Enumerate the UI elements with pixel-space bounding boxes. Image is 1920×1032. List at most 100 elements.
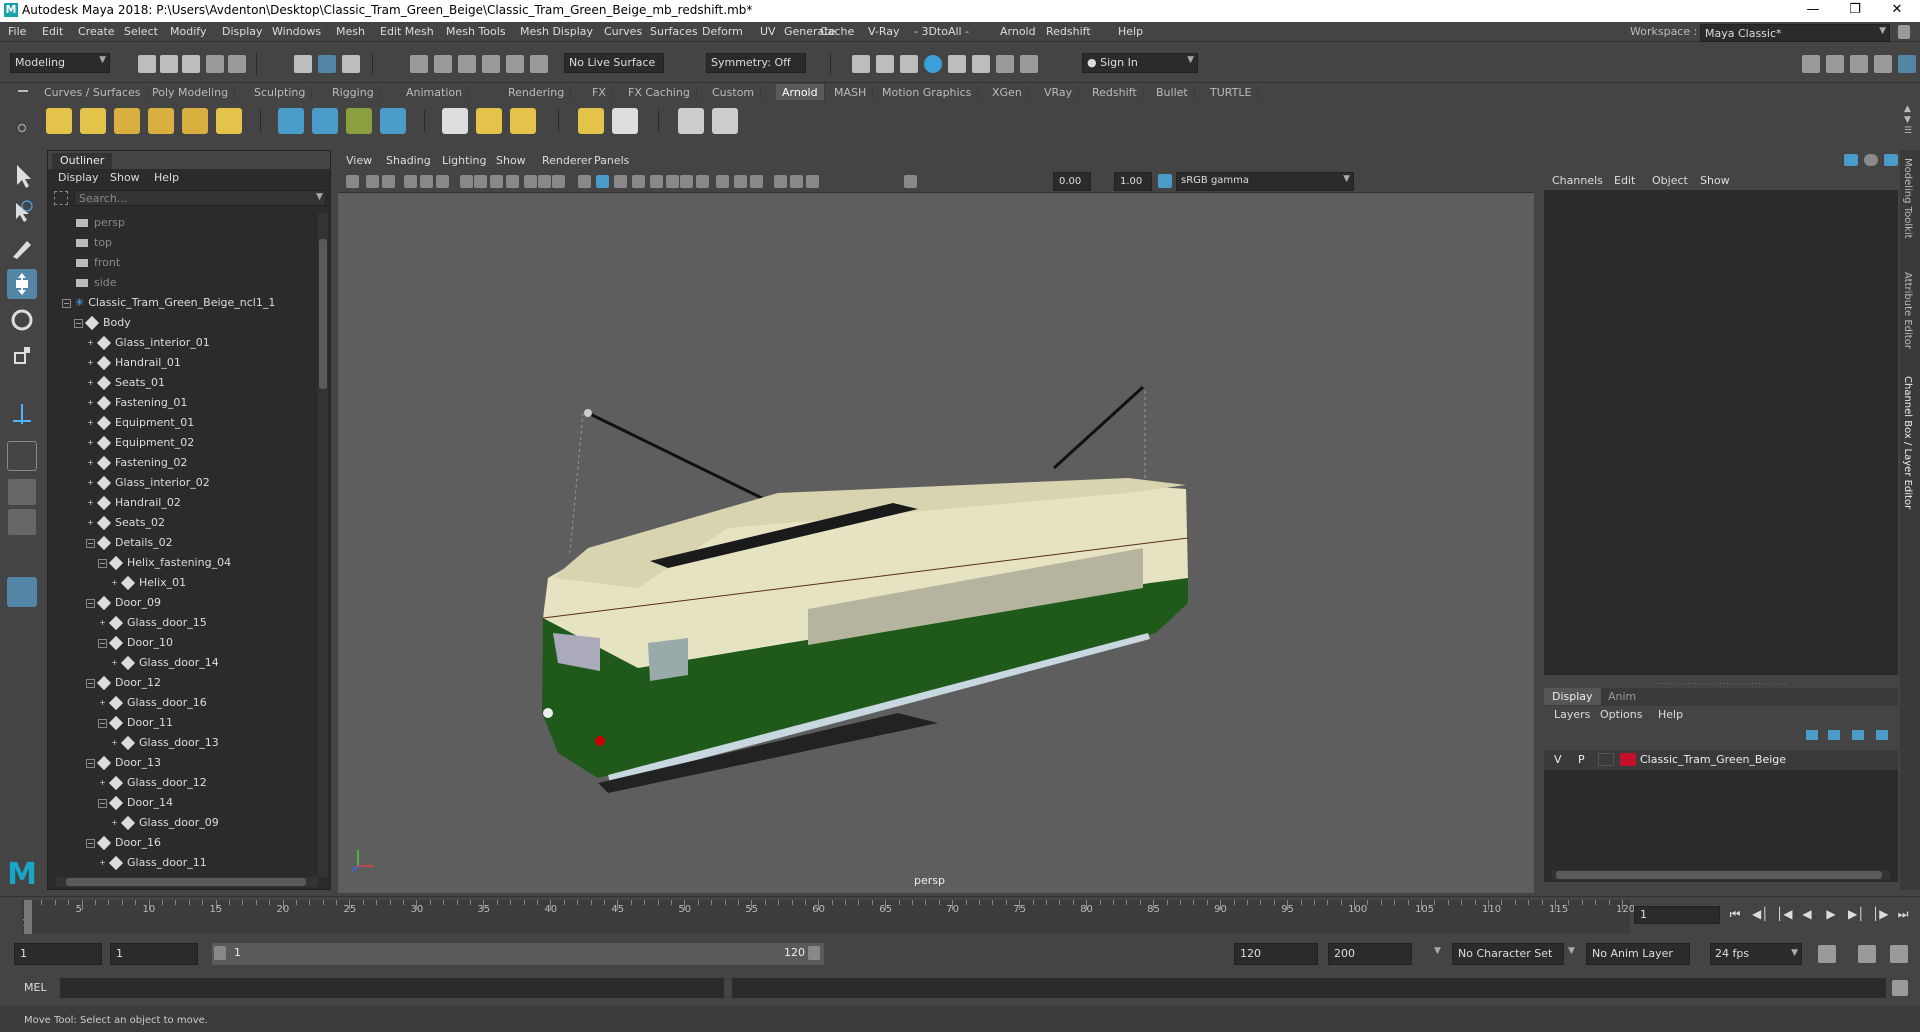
shelf-tab-bullet[interactable]: Bullet (1150, 86, 1195, 99)
expand-toggle-icon[interactable]: − (98, 558, 107, 568)
grid-icon[interactable] (460, 175, 473, 188)
layer-editor-icon[interactable] (1898, 55, 1916, 73)
expand-toggle-icon[interactable]: − (86, 678, 95, 688)
scene-start-field[interactable]: 1 (14, 943, 102, 965)
layer-tab-anim[interactable]: Anim (1608, 690, 1636, 703)
viewport-menu-show[interactable]: Show (496, 154, 526, 167)
smooth-shade-icon[interactable] (596, 175, 609, 188)
wireframe-on-shaded-icon[interactable] (614, 175, 627, 188)
menu-select[interactable]: Select (124, 25, 158, 38)
save-scene-icon[interactable] (182, 55, 200, 73)
menu-arnold[interactable]: Arnold (1000, 25, 1036, 38)
outliner-item[interactable]: − Details_02 (86, 533, 173, 553)
viewport-menu-lighting[interactable]: Lighting (442, 154, 486, 167)
single-pane-layout-icon[interactable] (8, 479, 36, 505)
menu-deform[interactable]: Deform (702, 25, 743, 38)
camera-attributes-icon[interactable] (366, 175, 379, 188)
menu-surfaces[interactable]: Surfaces (650, 25, 698, 38)
ai-tx-manager-icon[interactable] (442, 108, 468, 134)
viewport-menu-panels[interactable]: Panels (594, 154, 629, 167)
select-tool-icon[interactable] (7, 161, 37, 191)
outliner-item[interactable]: + Fastening_02 (86, 453, 187, 473)
menu-file[interactable]: File (8, 25, 26, 38)
arnold-render-icon[interactable] (712, 108, 738, 134)
outliner-item[interactable]: front (76, 253, 120, 273)
menu-mesh-display[interactable]: Mesh Display (520, 25, 593, 38)
fps-dropdown[interactable]: 24 fps ▼ (1710, 943, 1802, 965)
channel-box-menu-edit[interactable]: Edit (1614, 174, 1635, 187)
play-forwards-icon[interactable]: ▶ (1824, 907, 1838, 921)
outliner-item[interactable]: + Glass_door_14 (110, 653, 219, 673)
range-end-handle[interactable] (808, 946, 820, 960)
outliner-item[interactable]: + Glass_interior_01 (86, 333, 210, 353)
xray-icon[interactable] (750, 175, 763, 188)
outliner-search-input[interactable]: Search... (74, 190, 326, 206)
close-icon[interactable]: ✕ (1882, 2, 1912, 17)
ambient-occlusion-icon[interactable] (680, 175, 693, 188)
resolution-gate-icon[interactable] (490, 175, 503, 188)
ai-physical-sky-icon[interactable] (216, 108, 242, 134)
viewport-menu-renderer[interactable]: Renderer (542, 154, 592, 167)
outliner-item[interactable]: + Glass_door_15 (98, 613, 207, 633)
tool-settings-icon[interactable] (1850, 55, 1868, 73)
exposure-icon[interactable] (806, 175, 819, 188)
character-set-dropdown[interactable]: No Character Set (1452, 943, 1564, 965)
outliner-layout-icon[interactable] (7, 577, 37, 607)
grease-pencil-icon[interactable] (436, 175, 449, 188)
gamma-icon[interactable] (904, 175, 917, 188)
expand-toggle-icon[interactable]: − (74, 318, 83, 328)
menu-uv[interactable]: UV (760, 25, 776, 38)
ipr-render-icon[interactable] (876, 55, 894, 73)
field-chart-icon[interactable] (524, 175, 537, 188)
snap-view-icon[interactable] (482, 55, 500, 73)
expand-toggle-icon[interactable]: + (98, 778, 107, 788)
layer-row[interactable]: V P Classic_Tram_Green_Beige (1544, 750, 1898, 770)
side-tab-modeling-toolkit[interactable]: Modeling Toolkit (1902, 158, 1913, 239)
snap-pivot-icon[interactable] (530, 55, 548, 73)
outliner-item[interactable]: − Door_16 (86, 833, 161, 853)
layer-tab-display[interactable]: Display (1544, 688, 1601, 705)
wireframe-icon[interactable] (578, 175, 591, 188)
expand-toggle-icon[interactable]: + (86, 458, 95, 468)
command-language-label[interactable]: MEL (24, 981, 47, 994)
snap-surface-icon[interactable] (506, 55, 524, 73)
anim-layer-chevron-icon[interactable]: ▼ (1568, 946, 1575, 956)
color-space-dropdown[interactable]: sRGB gamma ▼ (1176, 172, 1354, 191)
range-start-handle[interactable] (214, 946, 226, 960)
layer-reference-toggle[interactable] (1598, 753, 1614, 766)
shelf-settings-icon[interactable] (18, 124, 26, 132)
textured-icon[interactable] (632, 175, 645, 188)
shelf-tab-fx-caching[interactable]: FX Caching (622, 86, 697, 99)
mode-dropdown[interactable]: Modeling ▼ (10, 53, 110, 73)
expand-toggle-icon[interactable]: − (86, 838, 95, 848)
channel-box-icon-2[interactable] (1864, 154, 1878, 166)
ai-area-light-icon[interactable] (46, 108, 72, 134)
arnold-renderview-icon[interactable] (678, 108, 704, 134)
paint-select-tool-icon[interactable] (7, 233, 37, 263)
expand-toggle-icon[interactable]: + (86, 518, 95, 528)
auto-key-icon[interactable] (1858, 945, 1876, 963)
shelf-scroll-icon[interactable]: ▲ ▼ ☰ (1904, 104, 1912, 137)
shelf-tab-motion-graphics[interactable]: Motion Graphics (876, 86, 979, 99)
2d-pan-zoom-icon[interactable] (420, 175, 433, 188)
layer-menu-options[interactable]: Options (1600, 708, 1642, 721)
layer-move-up-icon[interactable] (1806, 730, 1818, 740)
outliner-item[interactable]: + Handrail_01 (86, 353, 181, 373)
shelf-tab-rigging[interactable]: Rigging (326, 86, 381, 99)
outliner-item[interactable]: + Glass_door_13 (110, 733, 219, 753)
use-lights-icon[interactable] (650, 175, 663, 188)
play-backwards-icon[interactable]: ◀ (1800, 907, 1814, 921)
outliner-item[interactable]: + Handrail_02 (86, 493, 181, 513)
layer-visibility-toggle[interactable]: V (1554, 753, 1562, 766)
snap-point-icon[interactable] (458, 55, 476, 73)
ai-point-light-icon[interactable] (80, 108, 106, 134)
isolate-select-icon[interactable] (734, 175, 747, 188)
outliner-item[interactable]: + Glass_door_16 (98, 693, 207, 713)
ai-standin-icon[interactable] (278, 108, 304, 134)
layer-move-down-icon[interactable] (1828, 730, 1840, 740)
ai-create-gpu-cache-icon[interactable] (380, 108, 406, 134)
outliner-menu-display[interactable]: Display (58, 171, 99, 184)
expand-toggle-icon[interactable]: − (86, 758, 95, 768)
new-layer-icon[interactable] (1852, 730, 1864, 740)
expand-toggle-icon[interactable]: + (86, 358, 95, 368)
